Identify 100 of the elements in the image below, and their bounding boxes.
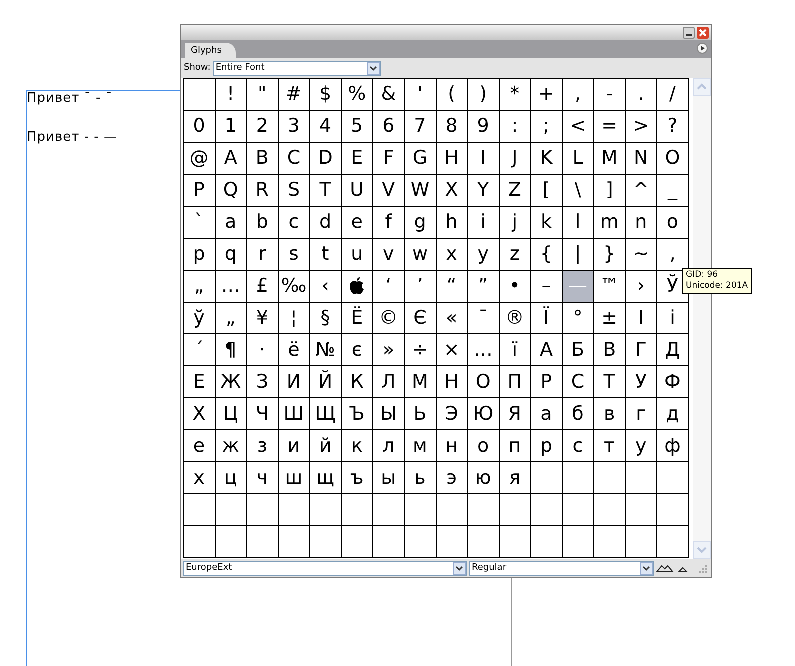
glyph-cell[interactable]: V	[373, 174, 404, 206]
glyph-cell[interactable]: ‘	[373, 270, 404, 302]
glyph-cell[interactable]: :	[500, 110, 530, 142]
glyph-cell[interactable]: Ъ	[342, 398, 372, 430]
panel-menu-button[interactable]	[697, 43, 708, 54]
glyph-cell[interactable]: ‰	[278, 270, 310, 302]
glyph-cell[interactable]: г	[626, 398, 656, 430]
glyph-cell[interactable]	[404, 526, 436, 557]
glyph-cell[interactable]: Я	[500, 398, 530, 430]
glyph-cell[interactable]: I	[468, 142, 499, 174]
glyph-cell[interactable]: [	[531, 174, 562, 206]
glyph-cell[interactable]: м	[404, 430, 436, 462]
glyph-cell[interactable]: 3	[278, 110, 310, 142]
glyph-cell[interactable]: ±	[594, 302, 625, 334]
glyph-cell[interactable]: "	[247, 79, 278, 110]
glyph-cell[interactable]: P	[184, 174, 215, 206]
glyph-cell[interactable]: „	[216, 302, 246, 334]
glyph-cell[interactable]: N	[626, 142, 656, 174]
glyph-cell[interactable]: E	[342, 142, 372, 174]
glyph-cell[interactable]: т	[594, 430, 625, 462]
glyph-cell[interactable]	[626, 462, 656, 494]
zoom-in-icon[interactable]	[656, 563, 674, 573]
glyph-cell[interactable]: К	[342, 366, 372, 398]
glyph-cell[interactable]: _	[657, 174, 688, 206]
font-family-dropdown[interactable]: EuropeExt	[183, 560, 467, 576]
glyph-cell[interactable]: р	[531, 430, 562, 462]
glyph-cell[interactable]: H	[436, 142, 468, 174]
glyph-cell[interactable]: B	[247, 142, 278, 174]
glyph-cell[interactable]: i	[468, 206, 499, 238]
glyph-cell[interactable]: Ы	[373, 398, 404, 430]
glyph-cell[interactable]: s	[278, 238, 310, 270]
glyph-cell[interactable]: Д	[657, 334, 688, 366]
glyph-cell[interactable]: є	[342, 334, 372, 366]
glyph-cell[interactable]: 8	[436, 110, 468, 142]
glyph-cell[interactable]	[626, 526, 656, 557]
glyph-cell[interactable]: Ї	[531, 302, 562, 334]
glyph-cell[interactable]	[404, 494, 436, 526]
glyph-cell[interactable]: Z	[500, 174, 530, 206]
glyph-cell[interactable]: e	[342, 206, 372, 238]
glyph-cell[interactable]: Ю	[468, 398, 499, 430]
glyph-cell[interactable]: `	[184, 206, 215, 238]
glyph-cell[interactable]	[531, 494, 562, 526]
glyph-cell[interactable]: &	[373, 79, 404, 110]
glyph-cell[interactable]: k	[531, 206, 562, 238]
glyph-cell[interactable]: #	[278, 79, 310, 110]
glyph-cell[interactable]	[531, 462, 562, 494]
glyph-cell[interactable]: \	[562, 174, 594, 206]
glyph-cell[interactable]: c	[278, 206, 310, 238]
glyph-cell[interactable]: 9	[468, 110, 499, 142]
glyph-cell[interactable]: R	[247, 174, 278, 206]
glyph-cell[interactable]: –	[531, 270, 562, 302]
glyph-cell[interactable]: Ч	[247, 398, 278, 430]
glyph-cell[interactable]: У	[626, 366, 656, 398]
glyph-cell[interactable]: ¯	[468, 302, 499, 334]
glyph-cell[interactable]: …	[216, 270, 246, 302]
glyph-cell[interactable]: п	[500, 430, 530, 462]
glyph-cell[interactable]: b	[247, 206, 278, 238]
glyph-cell[interactable]	[184, 526, 215, 557]
glyph-cell[interactable]: •	[500, 270, 530, 302]
glyph-cell[interactable]: Р	[531, 366, 562, 398]
glyph-cell[interactable]	[373, 526, 404, 557]
glyph-cell[interactable]	[657, 462, 688, 494]
glyph-cell[interactable]: Б	[562, 334, 594, 366]
glyph-cell[interactable]: 5	[342, 110, 372, 142]
glyph-cell[interactable]: П	[500, 366, 530, 398]
glyph-cell[interactable]: ¶	[216, 334, 246, 366]
glyph-cell[interactable]: .	[626, 79, 656, 110]
glyph-cell[interactable]: в	[594, 398, 625, 430]
scroll-up-button[interactable]	[693, 78, 711, 96]
glyph-cell[interactable]: д	[657, 398, 688, 430]
glyph-cell[interactable]: }	[594, 238, 625, 270]
glyph-cell[interactable]: '	[404, 79, 436, 110]
glyph-cell[interactable]: Ф	[657, 366, 688, 398]
glyph-cell[interactable]	[594, 462, 625, 494]
glyph-cell[interactable]: §	[310, 302, 341, 334]
glyph-cell[interactable]: ё	[278, 334, 310, 366]
glyph-cell[interactable]: |	[562, 238, 594, 270]
glyph-cell[interactable]: )	[468, 79, 499, 110]
glyph-cell[interactable]: h	[436, 206, 468, 238]
glyph-cell[interactable]	[216, 526, 246, 557]
glyph-cell[interactable]: Н	[436, 366, 468, 398]
glyph-cell[interactable]: l	[562, 206, 594, 238]
glyph-cell[interactable]: ™	[594, 270, 625, 302]
glyph-cell[interactable]: Ж	[216, 366, 246, 398]
glyph-cell[interactable]: …	[468, 334, 499, 366]
glyph-cell[interactable]: Й	[310, 366, 341, 398]
glyph-cell[interactable]: з	[247, 430, 278, 462]
glyph-cell[interactable]: 2	[247, 110, 278, 142]
glyph-cell[interactable]: Г	[626, 334, 656, 366]
glyph-cell[interactable]: ×	[436, 334, 468, 366]
glyph-cell[interactable]: G	[404, 142, 436, 174]
glyph-cell[interactable]: >	[626, 110, 656, 142]
glyph-cell[interactable]: z	[500, 238, 530, 270]
glyph-cell[interactable]: ,	[562, 79, 594, 110]
glyph-cell[interactable]: *	[500, 79, 530, 110]
glyph-cell[interactable]: /	[657, 79, 688, 110]
glyph-cell[interactable]: О	[468, 366, 499, 398]
glyph-cell[interactable]: М	[404, 366, 436, 398]
glyph-cell[interactable]: $	[310, 79, 341, 110]
glyph-cell[interactable]	[436, 494, 468, 526]
